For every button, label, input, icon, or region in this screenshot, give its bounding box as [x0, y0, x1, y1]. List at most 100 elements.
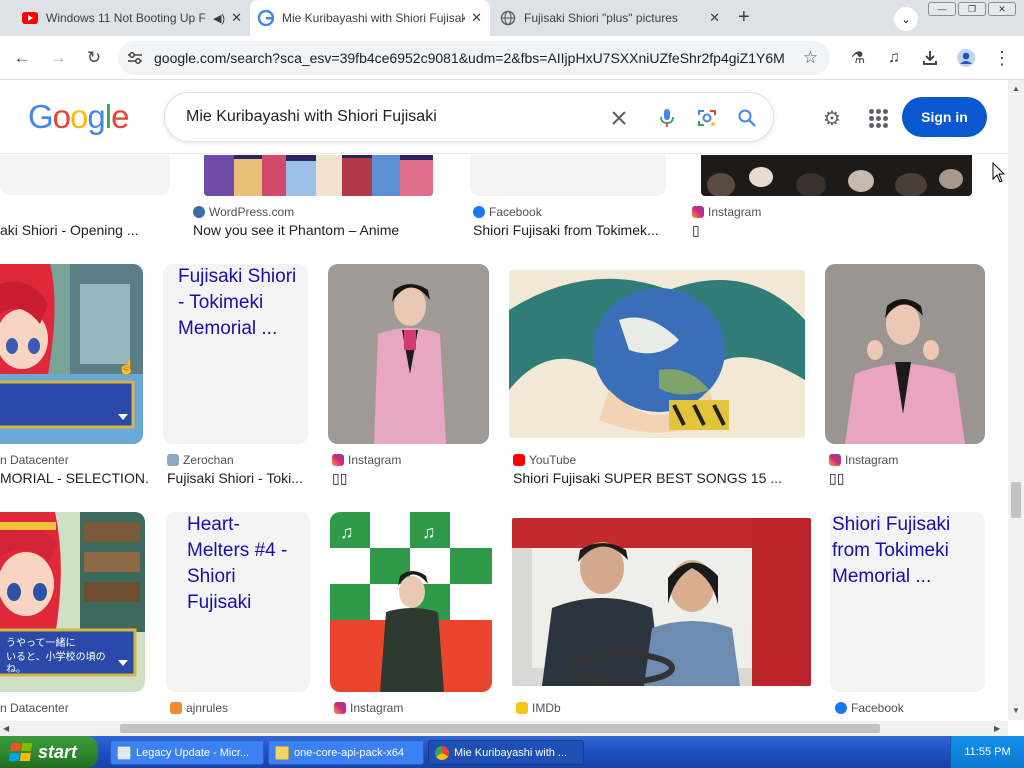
facebook-icon — [473, 206, 485, 218]
result-caption[interactable]: Shiori Fujisaki from Tokimek... — [473, 222, 668, 238]
taskbar-item-folder[interactable]: one-core-api-pack-x64 — [268, 740, 424, 765]
youtube-icon — [22, 10, 38, 26]
google-logo[interactable]: Google — [28, 98, 129, 136]
result-caption[interactable]: ▯ — [692, 222, 752, 239]
taskbar-item-label: Mie Kuribayashi with ... — [454, 746, 568, 759]
source-name: WordPress.com — [209, 205, 295, 219]
media-control-icon[interactable]: ♫ — [882, 46, 906, 70]
result-source: Instagram — [334, 701, 403, 715]
window-controls: — ❐ ✕ — [928, 2, 1016, 16]
car-film-still-thumbnail[interactable] — [512, 518, 811, 686]
blogger-icon — [170, 702, 182, 714]
result-source: n Datacenter — [0, 453, 69, 467]
chevron-down-icon[interactable]: ⌄ — [894, 7, 918, 31]
minimize-button[interactable]: — — [928, 2, 956, 16]
pink-suit-photo-thumbnail[interactable] — [328, 264, 489, 444]
labs-flask-icon[interactable]: ⚗ — [846, 46, 870, 70]
tab-mie-kuribayashi[interactable]: Mie Kuribayashi with Shiori Fujisak ✕ — [250, 0, 490, 36]
sign-in-button[interactable]: Sign in — [902, 97, 987, 137]
globe-icon — [500, 10, 516, 26]
earth-anime-thumbnail[interactable] — [509, 270, 805, 438]
image-alt-text[interactable]: Fujisaki Shiori - Tokimeki Memorial ... — [178, 264, 303, 342]
download-icon[interactable] — [918, 46, 942, 70]
clock[interactable]: 11:55 PM — [964, 746, 1010, 758]
tab-windows11[interactable]: Windows 11 Not Booting Up F ◀) ✕ — [14, 0, 250, 36]
result-caption[interactable]: aki Shiori - Opening ... — [0, 222, 160, 238]
anime-collage-thumbnail[interactable] — [204, 155, 433, 196]
close-tab-icon[interactable]: ✕ — [231, 10, 242, 26]
result-caption[interactable]: Fujisaki Shiori - Toki... — [167, 470, 312, 486]
horizontal-scrollbar[interactable]: ◀ ▶ — [0, 721, 1008, 736]
result-caption[interactable]: Now you see it Phantom – Anime — [193, 222, 443, 238]
search-icon[interactable] — [735, 106, 759, 130]
image-alt-text[interactable]: Shiori Fujisaki from Tokimeki Memorial .… — [832, 512, 982, 590]
result-source: Instagram — [829, 453, 898, 467]
svg-text:いると、小学校の頃の: いると、小学校の頃の — [6, 650, 106, 663]
clear-icon[interactable] — [607, 106, 631, 130]
green-backdrop-photo-thumbnail[interactable]: ♫ ♫ — [330, 512, 492, 692]
scroll-right-icon[interactable]: ▶ — [994, 724, 1000, 733]
speaker-icon[interactable]: ◀) — [213, 12, 225, 25]
result-source: YouTube — [513, 453, 576, 467]
address-bar[interactable]: google.com/search?sca_esv=39fb4ce6952c90… — [118, 41, 830, 75]
close-tab-icon[interactable]: ✕ — [471, 10, 482, 26]
browser-toolbar: ← → ↻ google.com/search?sca_esv=39fb4ce6… — [0, 36, 1024, 80]
instagram-icon — [334, 702, 346, 714]
instagram-icon — [829, 454, 841, 466]
result-thumbnail[interactable] — [0, 155, 170, 195]
url-text[interactable]: google.com/search?sca_esv=39fb4ce6952c90… — [154, 50, 784, 66]
result-caption[interactable]: MORIAL - SELECTION... — [0, 470, 150, 486]
menu-kebab-icon[interactable]: ⋮ — [990, 46, 1014, 70]
source-name: YouTube — [529, 453, 577, 467]
apps-grid-icon[interactable] — [866, 106, 890, 130]
taskbar-item-legacy-update[interactable]: Legacy Update - Micr... — [110, 740, 264, 765]
restore-button[interactable]: ❐ — [958, 2, 986, 16]
result-source: Facebook — [835, 701, 904, 715]
search-query[interactable]: Mie Kuribayashi with Shiori Fujisaki — [186, 108, 437, 126]
system-tray: 11:55 PM — [950, 736, 1024, 768]
anime-girl-thumbnail[interactable]: ☝ — [0, 264, 143, 444]
result-source: ajnrules — [170, 701, 228, 715]
result-caption[interactable]: Shiori Fujisaki SUPER BEST SONGS 15 ... — [513, 470, 803, 486]
source-name: Facebook — [851, 701, 904, 715]
taskbar-item-chrome[interactable]: Mie Kuribayashi with ... — [428, 740, 584, 765]
result-thumbnail[interactable] — [470, 155, 666, 196]
horizontal-scroll-thumb[interactable] — [120, 724, 880, 733]
anime-girl-library-thumbnail[interactable]: うやって一緒に いると、小学校の頃の ね。 — [0, 512, 145, 692]
pink-suit-pose-thumbnail[interactable] — [825, 264, 985, 444]
microphone-icon[interactable] — [655, 106, 679, 130]
close-window-button[interactable]: ✕ — [988, 2, 1016, 16]
crowd-photo-thumbnail[interactable] — [701, 155, 972, 196]
close-tab-icon[interactable]: ✕ — [709, 10, 720, 26]
result-caption[interactable]: ▯▯ — [332, 470, 392, 487]
result-source: WordPress.com — [193, 205, 294, 219]
logo-letter: g — [87, 98, 105, 135]
image-alt-text[interactable]: Heart-Melters #4 - Shiori Fujisaki — [187, 512, 297, 616]
vertical-scroll-thumb[interactable] — [1011, 482, 1021, 518]
profile-avatar-icon[interactable] — [954, 46, 978, 70]
settings-gear-icon[interactable]: ⚙ — [820, 106, 844, 130]
new-tab-icon[interactable]: + — [738, 6, 750, 29]
result-caption[interactable]: ▯▯ — [829, 470, 889, 487]
vertical-scrollbar[interactable]: ▲ ▼ — [1008, 80, 1024, 720]
source-name: Instagram — [708, 205, 762, 219]
scroll-left-icon[interactable]: ◀ — [3, 724, 9, 733]
source-name: ajnrules — [186, 701, 229, 715]
back-icon[interactable]: ← — [10, 46, 34, 70]
forward-icon[interactable]: → — [46, 46, 70, 70]
search-input[interactable]: Mie Kuribayashi with Shiori Fujisaki — [164, 92, 774, 142]
scroll-down-icon[interactable]: ▼ — [1012, 706, 1020, 715]
scroll-up-icon[interactable]: ▲ — [1012, 84, 1020, 93]
bookmark-star-icon[interactable]: ☆ — [803, 48, 818, 68]
reload-icon[interactable]: ↻ — [82, 46, 106, 70]
source-name: n Datacenter — [0, 701, 69, 715]
start-button[interactable]: start — [0, 736, 98, 768]
svg-text:☝: ☝ — [118, 358, 135, 376]
tab-title: Mie Kuribayashi with Shiori Fujisak — [282, 11, 466, 25]
instagram-icon — [692, 206, 704, 218]
result-source: n Datacenter — [0, 701, 69, 715]
site-info-icon[interactable] — [122, 45, 148, 71]
windows-taskbar: start Legacy Update - Micr... one-core-a… — [0, 736, 1024, 768]
tab-fujisaki-plus[interactable]: Fujisaki Shiori "plus" pictures ✕ — [492, 0, 728, 36]
lens-camera-icon[interactable] — [695, 106, 719, 130]
